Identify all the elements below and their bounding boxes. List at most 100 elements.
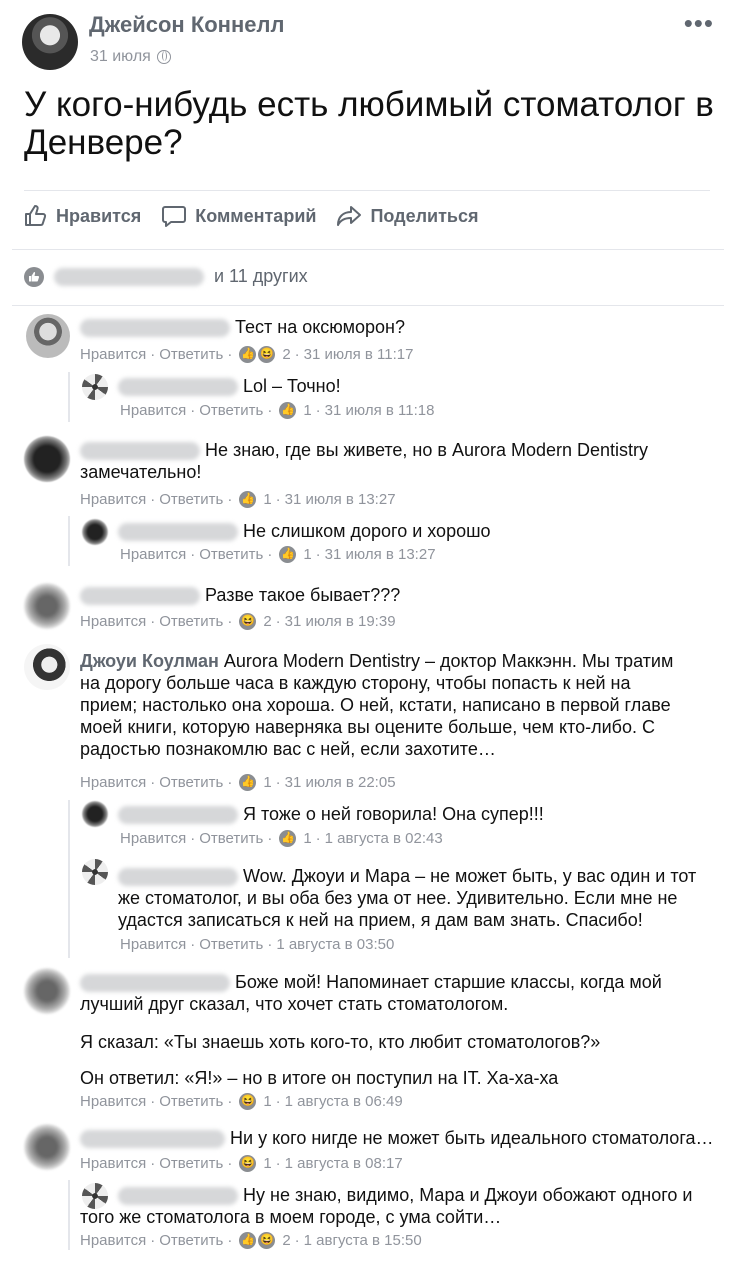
comment-button[interactable]: Комментарий (161, 204, 316, 228)
comment-like-link[interactable]: Нравится (80, 774, 146, 791)
likes-summary[interactable]: и 11 других (24, 266, 308, 287)
more-options-button[interactable]: ••• (684, 8, 714, 39)
comment-like-link[interactable]: Нравится (80, 613, 146, 630)
blurred-name[interactable] (80, 1130, 225, 1149)
like-reaction-icon: 👍 (238, 1231, 258, 1250)
blurred-name[interactable] (80, 974, 230, 993)
comment-reply-link[interactable]: Ответить (159, 346, 223, 363)
comment: Не слишком дорого и хорошо (118, 520, 718, 542)
comment-reply-link[interactable]: Ответить (159, 491, 223, 508)
comment-like-link[interactable]: Нравится (120, 936, 186, 953)
blurred-name[interactable] (118, 378, 238, 397)
comment-reply-link[interactable]: Ответить (199, 936, 263, 953)
comment-like-link[interactable]: Нравится (120, 830, 186, 847)
likes-others[interactable]: и 11 других (214, 266, 308, 287)
commenter-avatar[interactable] (24, 1124, 70, 1170)
comment-footer: Нравится · Ответить · 👍 😆 2 · 1 августа в 15… (80, 1231, 422, 1250)
like-reaction-icon: 👍 (278, 401, 298, 420)
comment-reply-link[interactable]: Ответить (199, 830, 263, 847)
reply-thread-line (68, 1180, 70, 1250)
comment-reply-link[interactable]: Ответить (159, 1093, 223, 1110)
comment: Я тоже о ней говорила! Она супер!!! (118, 803, 718, 825)
like-label: Нравится (56, 205, 142, 226)
comment-reply-link[interactable]: Ответить (159, 1155, 223, 1172)
divider (24, 190, 710, 191)
comment-like-link[interactable]: Нравится (80, 346, 146, 363)
comment-time[interactable]: 31 июля в 22:05 (285, 774, 396, 791)
reactions[interactable]: 👍 😆 (238, 1231, 277, 1250)
haha-reaction-icon: 😆 (238, 1154, 258, 1173)
like-reaction-icon (24, 266, 44, 287)
reactions[interactable]: 👍 (238, 490, 258, 509)
commenter-name[interactable]: Джоуи Коулман (80, 651, 219, 671)
comment-time[interactable]: 31 июля в 13:27 (325, 546, 436, 563)
reactions[interactable]: 👍 (278, 401, 298, 420)
reactions[interactable]: 😆 (238, 612, 258, 631)
commenter-avatar[interactable] (82, 859, 108, 885)
comment-time[interactable]: 1 августа в 08:17 (285, 1155, 403, 1172)
reply-thread-line (68, 800, 70, 958)
comment-time[interactable]: 1 августа в 02:43 (325, 830, 443, 847)
comment-time[interactable]: 31 июля в 11:17 (304, 346, 414, 363)
blurred-name[interactable] (118, 806, 238, 825)
commenter-avatar[interactable] (24, 436, 70, 482)
post-meta: 31 июля (90, 48, 171, 66)
comment-time[interactable]: 1 августа в 06:49 (285, 1093, 403, 1110)
post-date[interactable]: 31 июля (90, 48, 151, 66)
reactions[interactable]: 👍 (278, 829, 298, 848)
comment-footer: Нравится · Ответить · 👍 1 · 31 июля в 13:27 (80, 490, 396, 509)
comment-text: Lol – Точно! (243, 376, 341, 396)
comment-text: Разве такое бывает??? (205, 585, 401, 605)
comment-reply-link[interactable]: Ответить (199, 546, 263, 563)
like-button[interactable]: Нравится (24, 204, 141, 228)
comment-time[interactable]: 1 августа в 03:50 (276, 936, 394, 953)
comment-reply-link[interactable]: Ответить (159, 1232, 223, 1249)
post-author[interactable]: Джейсон Коннелл (89, 12, 284, 38)
reactions[interactable]: 😆 (238, 1154, 258, 1173)
comment-text: Не слишком дорого и хорошо (243, 521, 491, 541)
comment-like-link[interactable]: Нравится (80, 1232, 146, 1249)
comment-footer: Нравится · Ответить · 😆 1 · 1 августа в 08:… (80, 1154, 403, 1173)
blurred-name[interactable] (80, 319, 230, 338)
commenter-avatar[interactable] (24, 644, 70, 690)
comment-time[interactable]: 31 июля в 11:18 (325, 402, 435, 419)
blurred-name[interactable] (118, 868, 238, 887)
comment-time[interactable]: 31 июля в 13:27 (285, 491, 396, 508)
like-reaction-icon: 👍 (238, 490, 258, 509)
blurred-name[interactable] (80, 442, 200, 461)
blurred-name[interactable] (118, 1187, 238, 1206)
comment-like-link[interactable]: Нравится (80, 1155, 146, 1172)
like-reaction-icon: 👍 (278, 829, 298, 848)
reactions[interactable]: 👍 😆 (238, 345, 277, 364)
commenter-avatar[interactable] (82, 801, 108, 827)
reactions[interactable]: 👍 (238, 773, 258, 792)
commenter-avatar[interactable] (24, 968, 70, 1014)
comment-like-link[interactable]: Нравится (80, 491, 146, 508)
comment-like-link[interactable]: Нравится (80, 1093, 146, 1110)
comment-reply-link[interactable]: Ответить (199, 402, 263, 419)
commenter-avatar[interactable] (82, 374, 108, 400)
comment-time[interactable]: 1 августа в 15:50 (304, 1232, 422, 1249)
reactions[interactable]: 😆 (238, 1092, 258, 1111)
comment-like-link[interactable]: Нравится (120, 402, 186, 419)
comment-time[interactable]: 31 июля в 19:39 (285, 613, 396, 630)
blurred-name[interactable] (118, 523, 238, 542)
comment: Не знаю, где вы живете, но в Aurora Mode… (80, 439, 680, 483)
comment: Wow. Джоуи и Мара – не может быть, у вас… (118, 865, 708, 931)
commenter-avatar[interactable] (82, 519, 108, 545)
comment-label: Комментарий (195, 205, 317, 226)
blurred-name[interactable] (80, 587, 200, 606)
comment-like-link[interactable]: Нравится (120, 546, 186, 563)
commenter-avatar[interactable] (24, 583, 70, 629)
comment: Тест на оксюморон? (80, 316, 720, 338)
comment-footer: Нравится · Ответить · 👍 1 · 31 июля в 13:27 (120, 545, 436, 564)
comment-reply-link[interactable]: Ответить (159, 774, 223, 791)
author-avatar[interactable] (22, 14, 78, 70)
post-actions: Нравится Комментарий Поделиться (24, 204, 478, 228)
reply-thread-line (68, 516, 70, 566)
commenter-avatar[interactable] (26, 314, 70, 358)
globe-icon (156, 50, 171, 64)
reactions[interactable]: 👍 (278, 545, 298, 564)
share-button[interactable]: Поделиться (336, 204, 478, 228)
comment-reply-link[interactable]: Ответить (159, 613, 223, 630)
